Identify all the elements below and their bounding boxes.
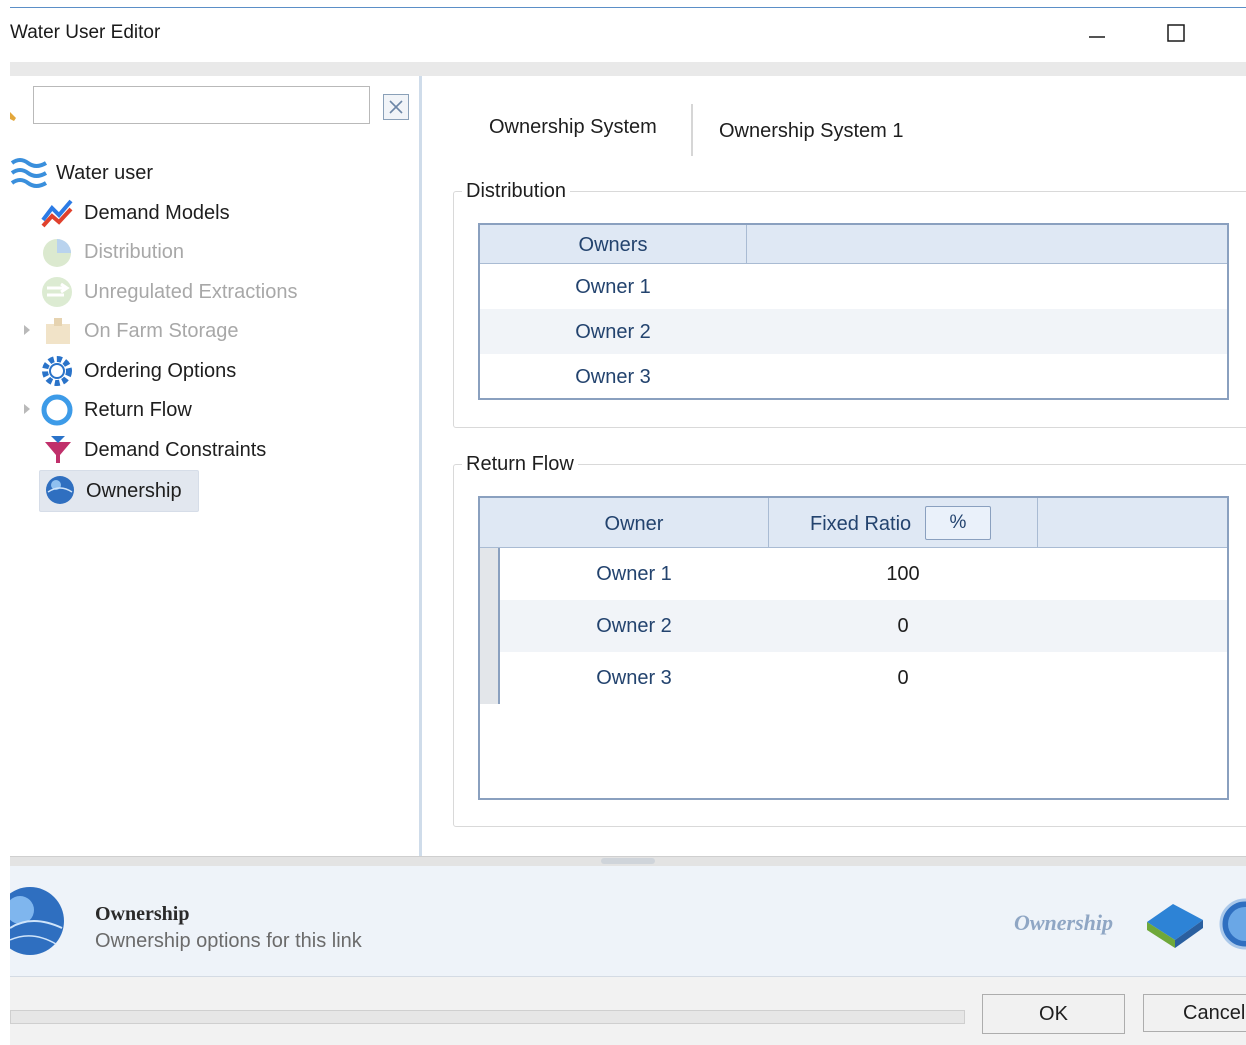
cancel-button[interactable]: Cancel	[1143, 994, 1246, 1032]
table-row[interactable]: Owner 2 0	[480, 600, 1227, 652]
pencil-icon	[10, 112, 16, 121]
owner-column-header[interactable]: Owner	[500, 513, 768, 536]
sidebar-item-ownership[interactable]: Ownership	[86, 480, 182, 503]
grid-column-divider	[746, 225, 747, 263]
expand-on-farm-storage-icon[interactable]	[24, 325, 30, 335]
maximize-button[interactable]	[1161, 18, 1191, 48]
storage-icon	[42, 314, 74, 351]
row-header[interactable]	[480, 548, 500, 600]
tree-root-water-user[interactable]: Water user	[56, 162, 153, 185]
window-title: Water User Editor	[10, 22, 161, 43]
distribution-icon	[40, 236, 74, 275]
ownership-globe-icon	[0, 884, 64, 963]
owner-cell: Owner 2	[596, 615, 672, 637]
extractions-icon	[40, 275, 74, 314]
grid-column-divider	[1037, 498, 1038, 547]
sidebar-item-ordering-options[interactable]: Ordering Options	[84, 360, 236, 383]
book-icon[interactable]	[1143, 892, 1207, 961]
minimize-button[interactable]	[1082, 18, 1112, 48]
tab-separator	[691, 104, 693, 156]
owner-cell: Owner 3	[575, 366, 651, 388]
unit-toggle-button[interactable]: %	[925, 506, 991, 540]
distribution-grid[interactable]: Owners Owner 1 Owner 2 Owner 3	[478, 223, 1229, 400]
info-description: Ownership options for this link	[95, 930, 362, 952]
table-row[interactable]: Owner 3	[480, 354, 1227, 398]
demand-models-icon	[40, 196, 74, 235]
table-row[interactable]: Owner 3 0	[480, 652, 1227, 704]
grid-column-divider	[768, 498, 769, 547]
ratio-cell[interactable]: 0	[769, 667, 1037, 690]
sidebar-item-demand-constraints[interactable]: Demand Constraints	[84, 439, 266, 462]
toolbar-band	[10, 62, 1246, 76]
water-icon	[10, 155, 50, 191]
funnel-icon	[42, 433, 74, 470]
ratio-cell[interactable]: 0	[769, 615, 1037, 638]
owner-cell: Owner 3	[596, 667, 672, 689]
window-top-border	[10, 7, 1246, 8]
sidebar-item-distribution[interactable]: Distribution	[84, 241, 184, 264]
globe-icon	[44, 474, 76, 511]
tab-ownership-system[interactable]: Ownership System	[489, 116, 657, 139]
ok-button[interactable]: OK	[982, 994, 1125, 1034]
maximize-icon	[1167, 24, 1185, 42]
expand-return-flow-icon[interactable]	[24, 404, 30, 414]
progress-bar	[10, 1010, 965, 1024]
return-flow-grid[interactable]: Owner Fixed Ratio % Owner 1 100 Owner 2 …	[478, 496, 1229, 800]
minimize-icon	[1089, 36, 1105, 38]
ownership-watermark-label: Ownership	[1014, 910, 1114, 935]
table-row[interactable]: Owner 2	[480, 309, 1227, 354]
return-flow-icon	[40, 393, 74, 432]
close-icon	[389, 100, 403, 114]
owner-cell: Owner 1	[575, 276, 651, 298]
table-row[interactable]: Owner 1	[480, 264, 1227, 309]
sidebar-item-unregulated-extractions[interactable]: Unregulated Extractions	[84, 281, 297, 304]
return-flow-group-title: Return Flow	[462, 453, 578, 476]
row-header[interactable]	[480, 652, 500, 704]
fixed-ratio-column-header[interactable]: Fixed Ratio	[810, 513, 911, 536]
row-header[interactable]	[480, 600, 500, 652]
sidebar-item-return-flow[interactable]: Return Flow	[84, 399, 192, 422]
help-icon[interactable]	[1219, 898, 1246, 950]
owner-cell: Owner 1	[596, 563, 672, 585]
table-row[interactable]: Owner 1 100	[480, 548, 1227, 600]
panel-divider[interactable]	[419, 76, 422, 856]
search-input[interactable]	[33, 86, 370, 124]
splitter-grip[interactable]	[601, 858, 655, 864]
ratio-cell[interactable]: 100	[769, 563, 1037, 586]
clear-search-button[interactable]	[383, 94, 409, 120]
owner-cell: Owner 2	[575, 321, 651, 343]
gear-icon	[40, 354, 74, 393]
ownership-system-value: Ownership System 1	[719, 120, 904, 142]
distribution-group-title: Distribution	[462, 180, 571, 203]
sidebar-item-demand-models[interactable]: Demand Models	[84, 202, 230, 225]
sidebar-item-on-farm-storage[interactable]: On Farm Storage	[84, 320, 239, 343]
info-title: Ownership	[95, 903, 190, 925]
owners-column-header[interactable]: Owners	[480, 234, 746, 257]
